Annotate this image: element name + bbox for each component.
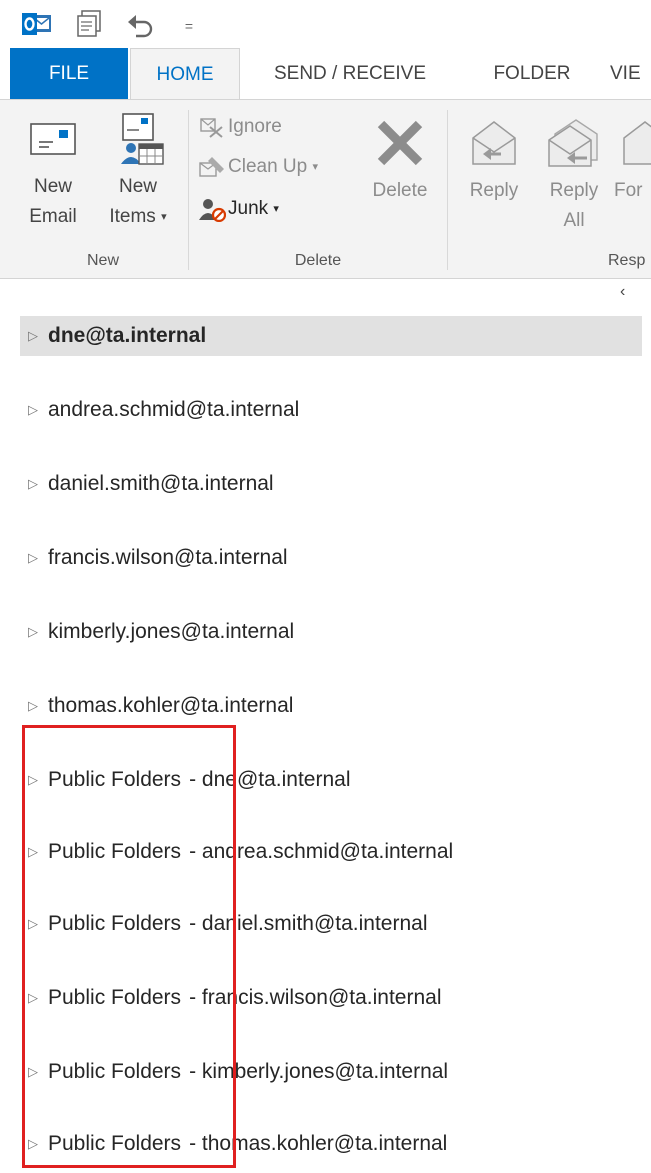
tab-file[interactable]: FILE <box>10 48 128 100</box>
public-folders-account: kimberly.jones@ta.internal <box>201 1060 449 1083</box>
account-name: dne@ta.internal <box>48 324 207 347</box>
account-name: francis.wilson@ta.internal <box>48 546 288 569</box>
tab-home[interactable]: HOME <box>130 48 240 100</box>
ignore-icon <box>200 118 223 138</box>
clean-up-icon <box>199 157 224 177</box>
forward-icon <box>614 112 651 176</box>
ignore-label: Ignore <box>228 116 282 137</box>
customize-qat-icon[interactable]: = <box>182 16 196 36</box>
delete-label: Delete <box>372 180 428 201</box>
dropdown-caret-icon: ▾ <box>161 211 167 223</box>
public-folders-account: thomas.kohler@ta.internal <box>201 1132 448 1155</box>
junk-label: Junk <box>228 198 269 219</box>
reply-all-label-1: Reply <box>549 180 599 201</box>
account-name: kimberly.jones@ta.internal <box>48 620 295 643</box>
expand-triangle-icon[interactable]: ▷ <box>28 612 42 652</box>
new-email-button[interactable]: New Email <box>22 112 84 232</box>
group-divider <box>188 110 189 270</box>
new-items-label-1: New <box>118 176 157 197</box>
account-name: andrea.schmid@ta.internal <box>48 398 300 421</box>
undo-icon[interactable] <box>126 14 154 38</box>
new-email-icon <box>22 112 84 172</box>
group-label-new: New <box>86 252 119 269</box>
expand-triangle-icon[interactable]: ▷ <box>28 538 42 578</box>
quick-access-toolbar: = <box>0 0 651 48</box>
delete-x-icon <box>362 112 438 176</box>
dropdown-caret-icon: ▾ <box>273 203 279 215</box>
account-row[interactable]: ▷ daniel.smith@ta.internal <box>20 464 642 504</box>
reply-all-label-2: All <box>563 210 585 231</box>
clean-up-label: Clean Up <box>228 156 308 177</box>
new-items-label-2: Items <box>109 206 156 228</box>
forward-button[interactable]: For <box>614 112 651 206</box>
junk-button[interactable]: Junk ▾ <box>198 194 279 224</box>
new-email-label-1: New <box>33 176 72 197</box>
expand-triangle-icon[interactable]: ▷ <box>28 316 42 356</box>
account-row[interactable]: ▷ francis.wilson@ta.internal <box>20 538 642 578</box>
expand-triangle-icon[interactable]: ▷ <box>28 464 42 504</box>
expand-triangle-icon[interactable]: ▷ <box>28 390 42 430</box>
red-highlight-box <box>22 725 236 1168</box>
dropdown-caret-icon: ▾ <box>312 161 319 173</box>
group-label-delete: Delete <box>294 252 342 269</box>
junk-icon <box>199 199 227 223</box>
tab-send-receive[interactable]: SEND / RECEIVE <box>246 48 454 100</box>
reply-label: Reply <box>469 180 519 201</box>
delete-button[interactable]: Delete <box>362 112 438 206</box>
public-folders-account: francis.wilson@ta.internal <box>201 986 442 1009</box>
account-name: daniel.smith@ta.internal <box>48 472 274 495</box>
account-row[interactable]: ▷ kimberly.jones@ta.internal <box>20 612 642 652</box>
group-divider <box>447 110 448 270</box>
account-row[interactable]: ▷ andrea.schmid@ta.internal <box>20 390 642 430</box>
account-row[interactable]: ▷ thomas.kohler@ta.internal <box>20 686 642 726</box>
ribbon-tabs: FILE HOME SEND / RECEIVE FOLDER VIE <box>0 48 651 100</box>
account-name: thomas.kohler@ta.internal <box>48 694 294 717</box>
send-receive-all-icon[interactable] <box>76 10 108 38</box>
new-email-label-2: Email <box>29 206 77 227</box>
new-items-button[interactable]: New Items ▾ <box>98 112 178 232</box>
forward-label: For <box>614 180 643 201</box>
public-folders-account: andrea.schmid@ta.internal <box>201 840 454 863</box>
reply-button[interactable]: Reply <box>458 112 530 206</box>
reply-all-button[interactable]: Reply All <box>536 112 612 236</box>
ignore-button[interactable]: Ignore <box>198 112 282 142</box>
reply-icon <box>458 112 530 176</box>
reply-all-icon <box>536 112 612 176</box>
collapse-folder-pane-icon[interactable]: ‹ <box>620 283 625 301</box>
new-items-icon <box>98 112 178 172</box>
expand-triangle-icon[interactable]: ▷ <box>28 686 42 726</box>
clean-up-button[interactable]: Clean Up ▾ <box>198 152 318 182</box>
ribbon-home: New Email New Items ▾ New Ignore Clean U… <box>0 99 651 279</box>
tab-folder[interactable]: FOLDER <box>472 48 592 100</box>
tab-view[interactable]: VIE <box>610 48 651 100</box>
account-row[interactable]: ▷ dne@ta.internal <box>20 316 642 356</box>
outlook-logo-icon <box>22 12 52 36</box>
group-label-respond: Resp <box>608 252 646 269</box>
